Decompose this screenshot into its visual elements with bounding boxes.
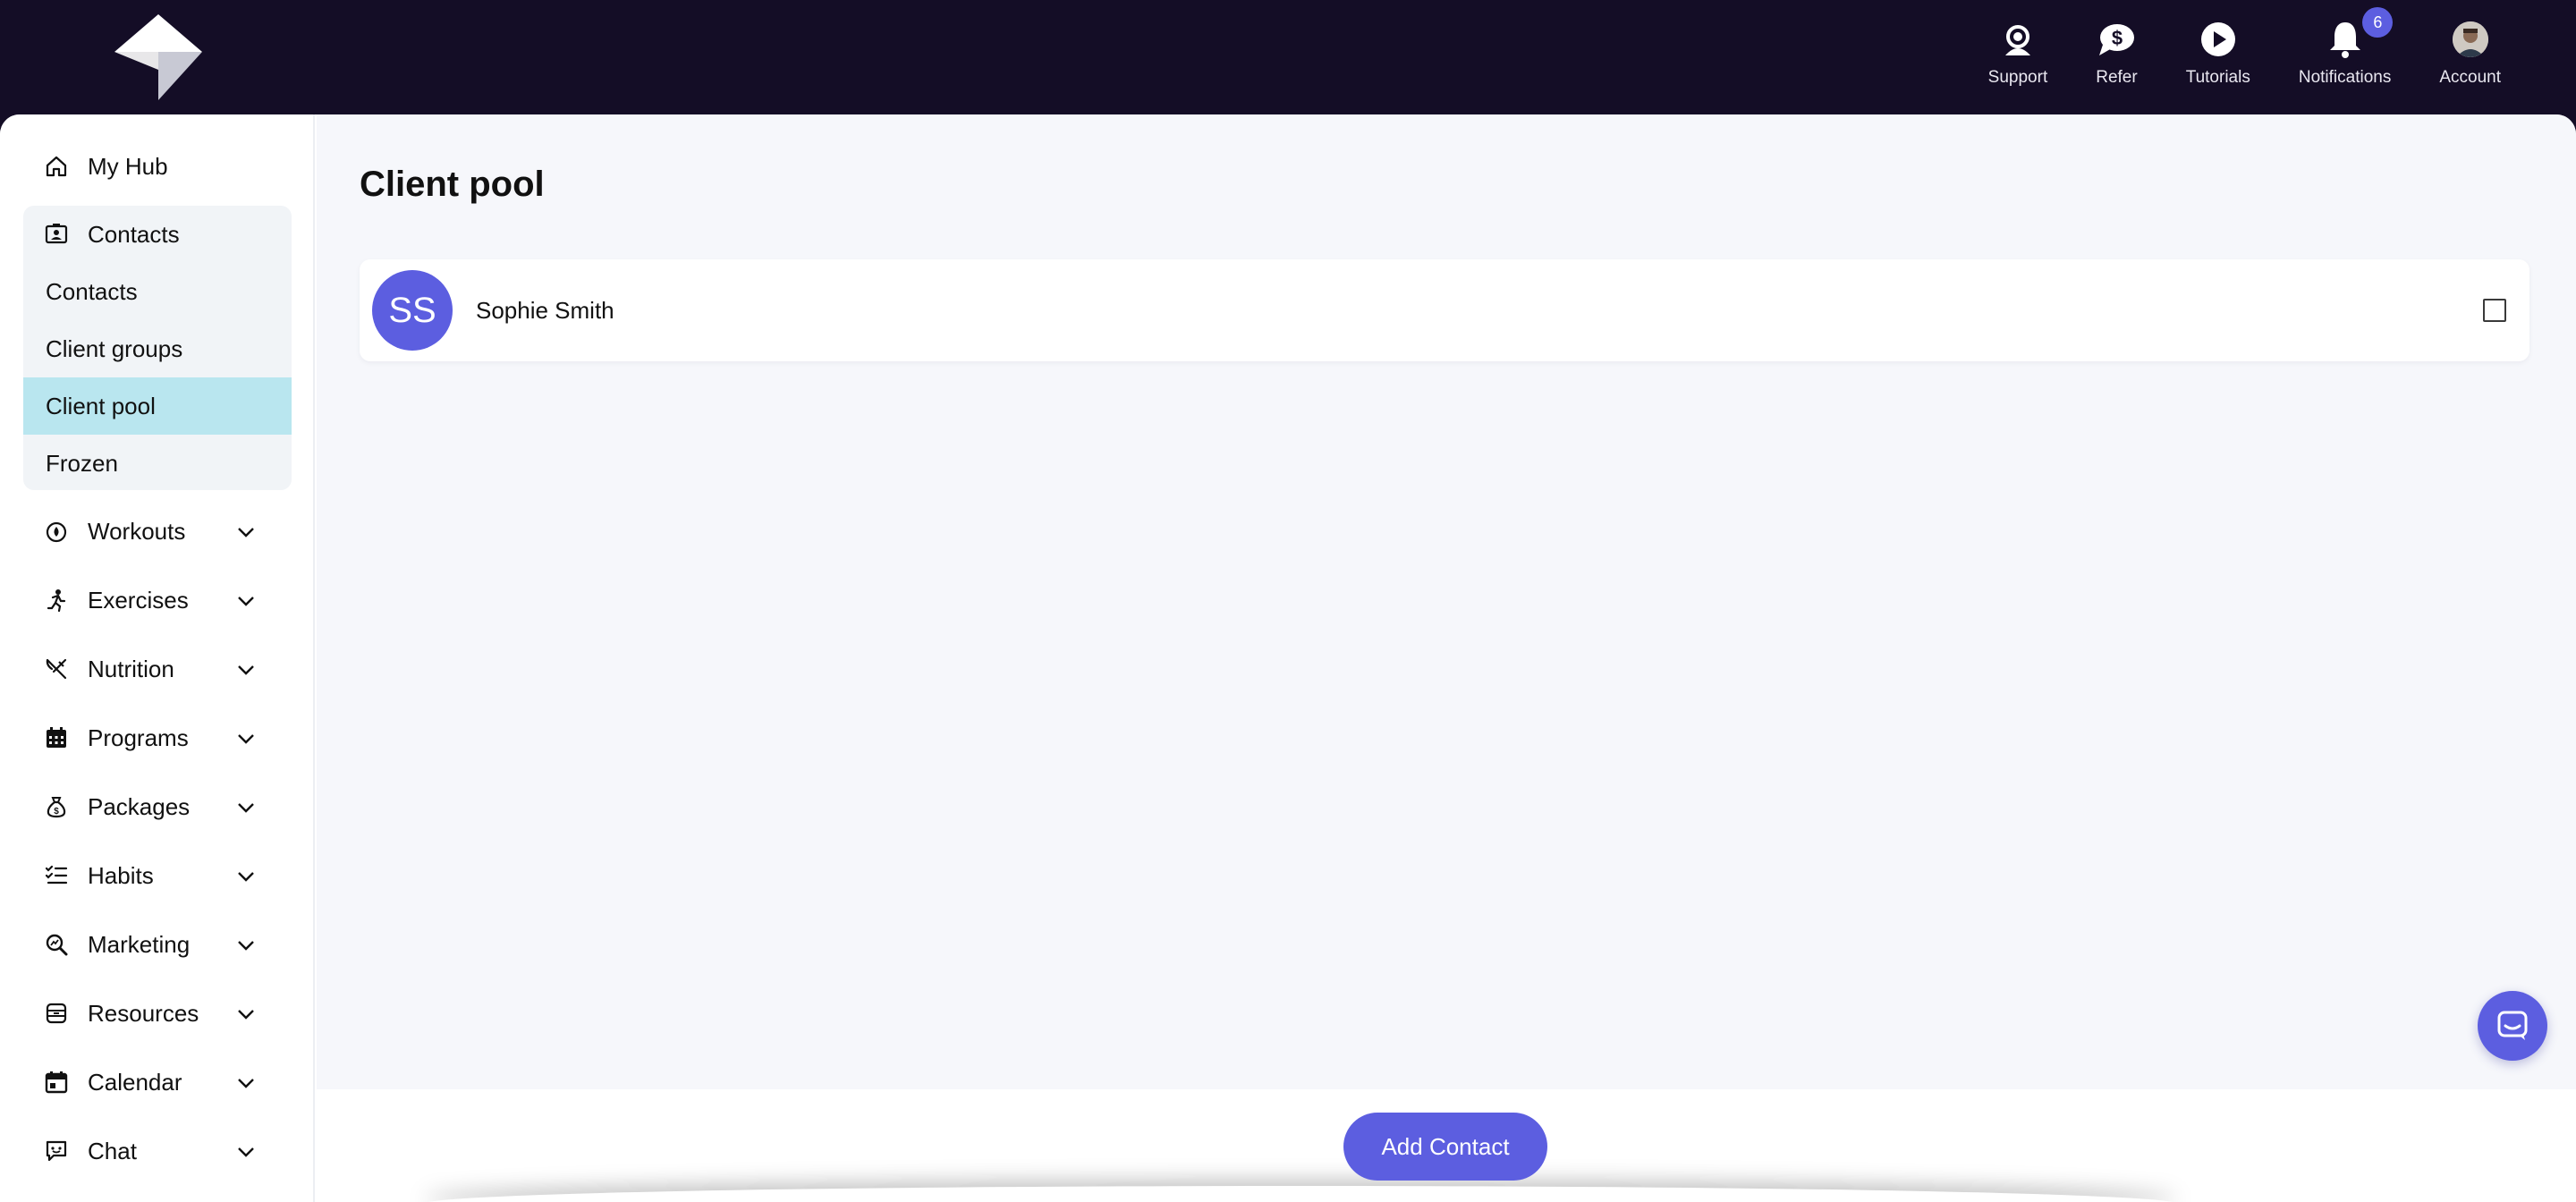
client-card[interactable]: SS Sophie Smith bbox=[360, 259, 2529, 361]
support-label: Support bbox=[1987, 68, 2048, 87]
sidebar-item-label: Contacts bbox=[88, 220, 180, 248]
sidebar-subitem-frozen[interactable]: Frozen bbox=[23, 435, 292, 492]
svg-text:$: $ bbox=[2112, 27, 2123, 49]
support-chat-button[interactable] bbox=[2478, 991, 2547, 1061]
headset-icon bbox=[1998, 20, 2038, 59]
contact-card-icon bbox=[45, 223, 68, 246]
logo-icon[interactable] bbox=[114, 14, 202, 100]
calendar-grid-icon bbox=[45, 726, 68, 749]
chat-icon bbox=[45, 1139, 68, 1163]
sidebar-item-label: Marketing bbox=[88, 930, 191, 958]
utensils-icon bbox=[45, 657, 68, 681]
sidebar-item-exercises[interactable]: Exercises bbox=[23, 571, 292, 629]
sidebar-item-label: Habits bbox=[88, 861, 154, 889]
sidebar-item-marketing[interactable]: Marketing bbox=[23, 916, 292, 973]
support-button[interactable]: Support bbox=[1987, 20, 2048, 88]
avatar bbox=[2452, 21, 2488, 57]
top-actions: Support $ Refer Tutorials 6 Notification… bbox=[1940, 7, 2501, 95]
sidebar-item-label: Chat bbox=[88, 1137, 137, 1164]
chevron-down-icon[interactable] bbox=[236, 1142, 256, 1162]
footer-bar: Add Contact bbox=[317, 1089, 2576, 1202]
dollar-chat-icon: $ bbox=[2097, 20, 2136, 59]
top-bar: Support $ Refer Tutorials 6 Notification… bbox=[0, 0, 2576, 114]
contacts-group: Contacts Contacts Client groups Client p… bbox=[23, 206, 292, 490]
play-icon bbox=[2199, 20, 2238, 59]
sidebar-item-packages[interactable]: $ Packages bbox=[23, 778, 292, 835]
refer-label: Refer bbox=[2096, 68, 2138, 87]
client-select-checkbox[interactable] bbox=[2483, 299, 2506, 322]
sidebar-item-calendar[interactable]: Calendar bbox=[23, 1054, 292, 1111]
sidebar-item-label: Exercises bbox=[88, 586, 189, 614]
sidebar: My Hub Contacts Contacts Client groups C… bbox=[0, 114, 315, 1202]
notification-badge: 6 bbox=[2362, 7, 2394, 38]
sidebar-item-label: Programs bbox=[88, 724, 189, 751]
chevron-down-icon[interactable] bbox=[236, 660, 256, 680]
workout-icon bbox=[45, 520, 68, 543]
chevron-down-icon[interactable] bbox=[236, 591, 256, 611]
chevron-down-icon[interactable] bbox=[236, 935, 256, 955]
tutorials-label: Tutorials bbox=[2185, 68, 2250, 87]
sidebar-item-label: Packages bbox=[88, 792, 191, 820]
sidebar-item-label: Calendar bbox=[88, 1068, 182, 1096]
sidebar-item-contacts[interactable]: Contacts bbox=[23, 206, 292, 263]
refer-button[interactable]: $ Refer bbox=[2096, 20, 2138, 88]
svg-text:$: $ bbox=[54, 807, 59, 817]
sidebar-subitem-client-groups[interactable]: Client groups bbox=[23, 320, 292, 377]
tutorials-button[interactable]: Tutorials bbox=[2186, 20, 2250, 88]
checklist-icon bbox=[45, 864, 68, 887]
chevron-down-icon[interactable] bbox=[236, 1004, 256, 1024]
app-shell: My Hub Contacts Contacts Client groups C… bbox=[0, 114, 2576, 1202]
chat-bubble-icon bbox=[2497, 1011, 2528, 1040]
account-button[interactable]: Account bbox=[2439, 20, 2501, 88]
sidebar-item-my-hub[interactable]: My Hub bbox=[23, 138, 292, 195]
money-bag-icon: $ bbox=[45, 795, 68, 818]
chevron-down-icon[interactable] bbox=[236, 522, 256, 542]
client-avatar: SS bbox=[372, 270, 453, 351]
sidebar-item-habits[interactable]: Habits bbox=[23, 847, 292, 904]
footer-shadow bbox=[424, 1186, 2177, 1202]
bell-icon bbox=[2326, 20, 2365, 59]
sidebar-item-label: Workouts bbox=[88, 517, 186, 545]
sidebar-item-nutrition[interactable]: Nutrition bbox=[23, 640, 292, 698]
notifications-label: Notifications bbox=[2298, 68, 2392, 87]
home-icon bbox=[45, 155, 68, 178]
notifications-button[interactable]: 6 Notifications bbox=[2298, 7, 2394, 88]
chevron-down-icon[interactable] bbox=[236, 867, 256, 886]
running-icon bbox=[45, 588, 68, 612]
magnify-icon bbox=[45, 933, 68, 956]
account-label: Account bbox=[2439, 68, 2501, 87]
sidebar-item-programs[interactable]: Programs bbox=[23, 709, 292, 766]
chevron-down-icon[interactable] bbox=[236, 1073, 256, 1093]
page-title: Client pool bbox=[360, 165, 545, 204]
sidebar-item-label: Resources bbox=[88, 999, 199, 1027]
sidebar-item-resources[interactable]: Resources bbox=[23, 985, 292, 1042]
sidebar-subitem-client-pool[interactable]: Client pool bbox=[23, 377, 292, 435]
sidebar-subitem-contacts[interactable]: Contacts bbox=[23, 263, 292, 320]
sidebar-item-chat[interactable]: Chat bbox=[23, 1122, 292, 1180]
sidebar-item-workouts[interactable]: Workouts bbox=[23, 503, 292, 560]
sidebar-item-label: Nutrition bbox=[88, 655, 174, 682]
chevron-down-icon[interactable] bbox=[236, 798, 256, 817]
archive-icon bbox=[45, 1002, 68, 1025]
client-name[interactable]: Sophie Smith bbox=[476, 297, 614, 325]
calendar-icon bbox=[45, 1071, 68, 1094]
main-content: Client pool SS Sophie Smith bbox=[317, 114, 2576, 1089]
add-contact-button[interactable]: Add Contact bbox=[1343, 1113, 1547, 1181]
chevron-down-icon[interactable] bbox=[236, 729, 256, 749]
sidebar-item-label: My Hub bbox=[88, 152, 168, 180]
